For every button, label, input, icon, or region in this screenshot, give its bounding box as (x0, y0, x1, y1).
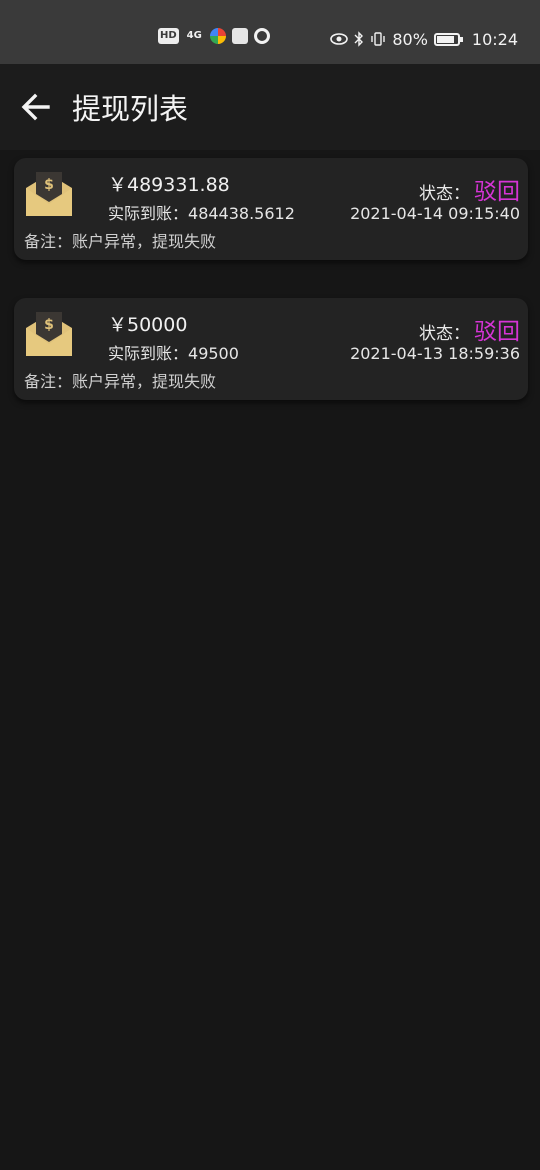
withdrawal-amount: ￥50000 (108, 314, 188, 336)
remark: 备注：账户异常，提现失败 (24, 368, 216, 392)
hd-icon: HD (158, 28, 179, 44)
actual-received-value: 484438.5612 (188, 204, 295, 223)
vibrate-icon (371, 32, 386, 46)
page-title: 提现列表 (72, 92, 189, 126)
actual-received-label: 实际到账： (108, 204, 189, 223)
remark: 备注：账户异常，提现失败 (24, 228, 216, 252)
withdrawal-record-card[interactable]: $ ￥50000 实际到账：49500 状态： 驳回 2021-04-13 18… (14, 298, 528, 400)
actual-received-label: 实际到账： (108, 344, 189, 363)
actual-received: 实际到账：49500 (108, 340, 239, 364)
svg-text:$: $ (44, 177, 54, 193)
remark-value: 账户异常，提现失败 (72, 232, 217, 251)
withdrawal-list: $ ￥489331.88 实际到账：484438.5612 状态： 驳回 202… (14, 158, 528, 438)
actual-received: 实际到账：484438.5612 (108, 200, 295, 224)
remark-label: 备注： (24, 232, 73, 251)
status: 状态： 驳回 (419, 172, 520, 206)
remark-label: 备注： (24, 372, 73, 391)
app-notification-icon (231, 28, 248, 44)
app-notification-icon (253, 28, 270, 44)
withdrawal-record-card[interactable]: $ ￥489331.88 实际到账：484438.5612 状态： 驳回 202… (14, 158, 528, 260)
status-badge: 驳回 (474, 319, 520, 345)
clock: 10:24 (471, 29, 518, 49)
withdrawal-timestamp: 2021-04-13 18:59:36 (350, 344, 520, 363)
app-bar: 提现列表 (0, 64, 540, 150)
status-badge: 驳回 (474, 179, 520, 205)
status: 状态： 驳回 (419, 312, 520, 346)
remark-value: 账户异常，提现失败 (72, 372, 217, 391)
battery-percent: 80% (392, 29, 428, 49)
bluetooth-icon (354, 31, 364, 47)
status-label: 状态： (419, 324, 470, 344)
signal-icon: 4G (186, 30, 202, 41)
back-arrow-icon[interactable] (20, 92, 52, 122)
battery-icon (433, 32, 463, 46)
withdrawal-timestamp: 2021-04-14 09:15:40 (350, 204, 520, 223)
status-bar: HD 4G 80% 10:24 (0, 0, 540, 64)
money-envelope-icon: $ (26, 312, 72, 356)
actual-received-value: 49500 (188, 344, 239, 363)
svg-text:$: $ (44, 317, 54, 333)
eye-icon (330, 33, 349, 45)
status-label: 状态： (419, 184, 470, 204)
status-icons-left: HD 4G (158, 28, 270, 44)
app-notification-icon (209, 28, 226, 44)
money-envelope-icon: $ (26, 172, 72, 216)
withdrawal-amount: ￥489331.88 (108, 174, 230, 196)
